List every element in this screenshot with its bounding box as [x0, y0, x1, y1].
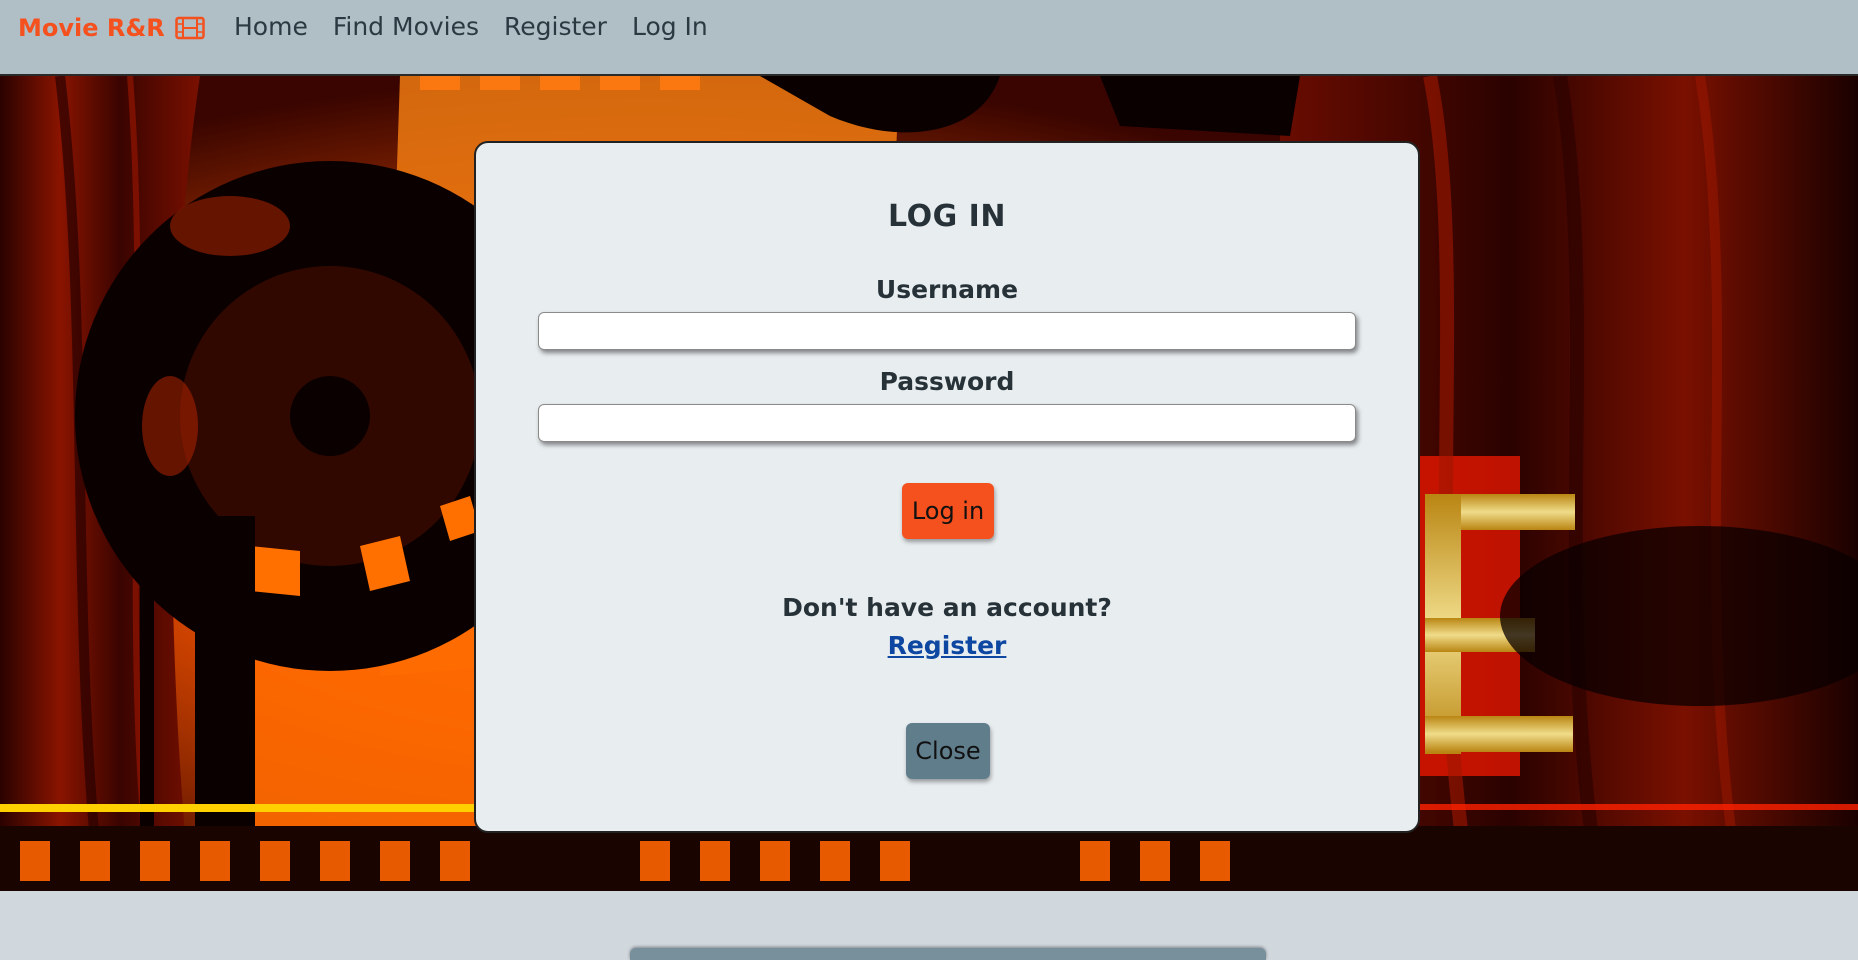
brand-link[interactable]: Movie R&R	[18, 14, 205, 42]
film-icon	[175, 16, 205, 40]
modal-title: LOG IN	[888, 199, 1006, 234]
bottom-bar	[630, 948, 1266, 960]
nav-log-in[interactable]: Log In	[632, 12, 708, 41]
login-button[interactable]: Log in	[902, 483, 994, 539]
password-label: Password	[879, 367, 1015, 396]
close-button[interactable]: Close	[906, 723, 990, 779]
password-input[interactable]	[538, 404, 1356, 442]
login-modal: LOG IN Username Password Log in Don't ha…	[474, 141, 1420, 833]
brand-name: Movie R&R	[18, 14, 165, 42]
nav-find-movies[interactable]: Find Movies	[333, 12, 479, 41]
nav-register[interactable]: Register	[504, 12, 607, 41]
nav-home[interactable]: Home	[234, 12, 308, 41]
username-input[interactable]	[538, 312, 1356, 350]
navbar: Movie R&R Home Find Movies Register Log …	[0, 0, 1858, 76]
register-link[interactable]: Register	[476, 631, 1418, 660]
nav-links: Home Find Movies Register Log In	[234, 12, 733, 41]
username-label: Username	[875, 275, 1019, 304]
no-account-text: Don't have an account?	[782, 593, 1112, 622]
